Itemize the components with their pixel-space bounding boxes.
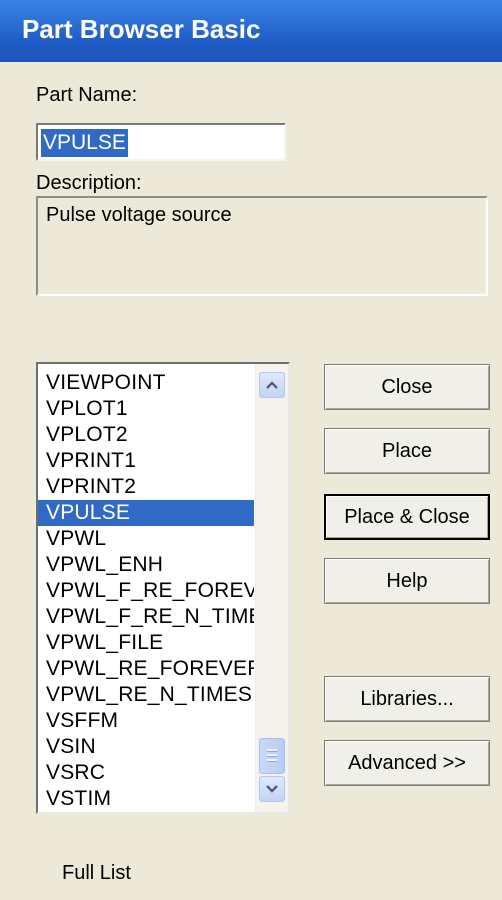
list-item[interactable]: VPLOT2 <box>38 422 254 448</box>
description-label: Description: <box>36 172 142 194</box>
close-button[interactable]: Close <box>324 364 490 410</box>
list-item[interactable]: VPWL <box>38 526 254 552</box>
list-scrollbar[interactable] <box>255 364 288 812</box>
list-item[interactable]: VPWL_RE_FOREVER <box>38 656 254 682</box>
list-item[interactable]: VSIN <box>38 734 254 760</box>
chevron-down-icon <box>266 785 278 793</box>
place-and-close-button[interactable]: Place & Close <box>324 494 490 540</box>
parts-listbox[interactable]: VIEWPOINT VPLOT1 VPLOT2 VPRINT1 VPRINT2 VPULS… <box>36 362 290 814</box>
title-bar[interactable]: Part Browser Basic <box>0 0 502 62</box>
scroll-down-button[interactable] <box>259 776 285 802</box>
list-item[interactable]: VPRINT1 <box>38 448 254 474</box>
chevron-up-icon <box>266 381 278 389</box>
help-button[interactable]: Help <box>324 558 490 604</box>
list-item[interactable]: VPWL_FILE <box>38 630 254 656</box>
list-item[interactable]: VPWL_RE_N_TIMES <box>38 682 254 708</box>
list-item[interactable]: VPWL_ENH <box>38 552 254 578</box>
description-box: Pulse voltage source <box>36 196 488 296</box>
place-button[interactable]: Place <box>324 428 490 474</box>
part-name-value: VPULSE <box>41 129 128 157</box>
list-item[interactable]: VPWL_F_RE_N_TIMES <box>38 604 254 630</box>
scroll-thumb[interactable] <box>259 738 285 774</box>
list-item[interactable]: VPULSE <box>38 500 254 526</box>
list-item[interactable]: VSTIM <box>38 786 254 812</box>
list-item[interactable]: VSRC <box>38 760 254 786</box>
grip-icon <box>267 749 277 752</box>
scroll-up-button[interactable] <box>259 372 285 398</box>
window-title: Part Browser Basic <box>22 14 261 44</box>
grip-icon <box>267 759 277 762</box>
grip-icon <box>267 754 277 757</box>
part-name-input[interactable]: VPULSE <box>36 123 286 161</box>
list-item[interactable]: VIEWPOINT <box>38 370 254 396</box>
list-item[interactable]: VSFFM <box>38 708 254 734</box>
list-item[interactable]: VPLOT1 <box>38 396 254 422</box>
description-text: Pulse voltage source <box>46 204 232 226</box>
advanced-button[interactable]: Advanced >> <box>324 740 490 786</box>
parts-list: VIEWPOINT VPLOT1 VPLOT2 VPRINT1 VPRINT2 VPULS… <box>38 370 254 812</box>
libraries-button[interactable]: Libraries... <box>324 676 490 722</box>
list-item[interactable]: VPRINT2 <box>38 474 254 500</box>
list-mode-label: Full List <box>62 862 131 884</box>
part-name-label: Part Name: <box>36 84 138 106</box>
list-item[interactable]: VPWL_F_RE_FOREVER <box>38 578 254 604</box>
